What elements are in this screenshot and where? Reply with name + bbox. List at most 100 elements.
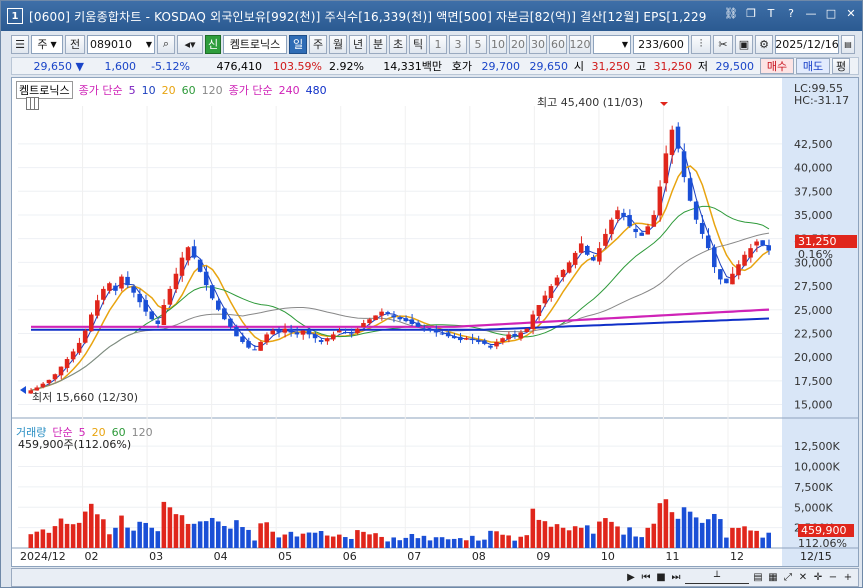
expand-icon[interactable]: ⤢	[782, 572, 794, 583]
time-axis-label: 12/15	[800, 550, 832, 563]
window-controls: ⛓ ❐ T ? — □ ✕	[724, 7, 858, 21]
interval-10-button[interactable]: 10	[489, 34, 507, 54]
volume-bar	[131, 530, 136, 548]
volume-bar	[536, 519, 542, 548]
data-count-input[interactable]: 233/600	[633, 34, 689, 54]
candle-body	[609, 219, 614, 235]
zoom-in-icon[interactable]: +	[842, 572, 854, 583]
last-volume-tag: 459,900	[798, 524, 854, 537]
volume-bar	[693, 517, 699, 548]
volume-bar	[506, 535, 511, 548]
calendar-icon[interactable]: ▤	[841, 34, 855, 54]
minimize-icon[interactable]: —	[804, 7, 818, 21]
grid-icon[interactable]	[26, 97, 39, 110]
sell-button[interactable]: 매도	[796, 58, 830, 74]
chart-canvas[interactable]: 42,50040,00037,50035,00032,50030,00027,5…	[12, 78, 858, 566]
scroll-first-icon[interactable]: ⏮	[640, 572, 652, 583]
period-tick-button[interactable]: 틱	[409, 34, 427, 54]
close-icon[interactable]: ✕	[844, 7, 858, 21]
volume-bar	[633, 536, 638, 548]
volume-bar	[627, 527, 632, 548]
toolbar-main: ☰ 주 ▼ 전 089010 ▼ ⌕ ◂▾ 신 켐트로닉스 일 주 월 년 분 초 …	[11, 33, 859, 55]
zoom-out-icon[interactable]: −	[827, 572, 839, 583]
buy-button[interactable]: 매수	[760, 58, 794, 74]
search-icon[interactable]: ⌕	[157, 34, 175, 54]
title-bar[interactable]: 1 [0600] 키움종합차트 - KOSDAQ 외국인보유[992(천)] 주…	[1, 1, 862, 31]
link-icon[interactable]: ⛓	[724, 7, 738, 21]
list-toggle-icon[interactable]: ☰	[11, 34, 29, 54]
candle-body	[409, 319, 415, 324]
prev-button[interactable]: 전	[65, 34, 85, 54]
candle-body	[58, 366, 64, 376]
period-week-button[interactable]: 주	[309, 34, 327, 54]
interval-3-button[interactable]: 3	[449, 34, 467, 54]
interval-1-button[interactable]: 1	[429, 34, 447, 54]
interval-20-button[interactable]: 20	[509, 34, 527, 54]
layout-icon[interactable]: ▤	[752, 572, 764, 583]
volume-bar	[70, 524, 76, 548]
candle-body	[149, 311, 155, 320]
low-annotation: 최저 15,660 (12/30)	[32, 391, 139, 404]
candle-body	[155, 320, 161, 324]
period-month-button[interactable]: 월	[329, 34, 347, 54]
volume-bar	[621, 534, 626, 548]
interval-120-button[interactable]: 120	[569, 34, 591, 54]
new-badge: 신	[205, 34, 221, 54]
tools-icon[interactable]: ✂	[713, 34, 733, 54]
even-button[interactable]: 평	[832, 58, 850, 74]
period-minute-button[interactable]: 분	[369, 34, 387, 54]
change-percent: -5.12%	[151, 59, 190, 73]
volume-bar	[349, 538, 354, 548]
candle-body	[343, 331, 348, 333]
date-input[interactable]: 2025/12/16	[775, 34, 839, 54]
volume-bar	[330, 536, 336, 548]
candle-body	[742, 254, 747, 266]
time-axis-label: 08	[472, 550, 486, 563]
tile-icon[interactable]: ▦	[767, 572, 779, 583]
gear-icon[interactable]: ⚙	[755, 34, 773, 54]
scroll-right-icon[interactable]: ▶	[625, 572, 637, 583]
zoom-slider[interactable]: ┴	[685, 572, 749, 584]
volume-bar	[282, 534, 288, 548]
chart-area[interactable]: 42,50040,00037,50035,00032,50030,00027,5…	[11, 77, 859, 567]
candle-body	[699, 222, 705, 234]
help-icon[interactable]: ?	[784, 7, 798, 21]
legend-ma20: 20	[161, 83, 176, 97]
period-type-select[interactable]: 주 ▼	[31, 34, 63, 54]
copy-icon[interactable]: ❐	[744, 7, 758, 21]
period-day-button[interactable]: 일	[289, 34, 307, 54]
candle-body	[578, 243, 584, 253]
volume-bar	[361, 531, 366, 548]
interval-30-button[interactable]: 30	[529, 34, 547, 54]
candle-type-icon[interactable]: ⫶	[691, 34, 711, 54]
interval-5-button[interactable]: 5	[469, 34, 487, 54]
time-axis-label: 10	[601, 550, 615, 563]
cross-icon[interactable]: ✕	[797, 572, 809, 583]
candle-body	[270, 330, 275, 335]
stock-code-input[interactable]: 089010 ▼	[87, 34, 155, 54]
open-label: 시	[573, 60, 584, 73]
volume-bar	[324, 535, 330, 548]
maximize-icon[interactable]: □	[824, 7, 838, 21]
volume-bar	[88, 503, 94, 548]
volume-bar	[403, 537, 409, 548]
interval-custom-select[interactable]: ▼	[593, 34, 631, 54]
candle-body	[754, 241, 759, 246]
candle-body	[548, 286, 554, 298]
period-year-button[interactable]: 년	[349, 34, 367, 54]
interval-60-button[interactable]: 60	[549, 34, 567, 54]
pin-icon[interactable]: T	[764, 7, 778, 21]
low-arrow-icon	[20, 386, 26, 394]
volume-bar	[379, 536, 384, 548]
legend-stock-name[interactable]: 켐트로닉스	[16, 81, 73, 99]
speaker-icon[interactable]: ◂▾	[177, 34, 203, 54]
volume-bar	[46, 532, 52, 548]
crosshair-icon[interactable]: ✛	[812, 572, 824, 583]
volume-bar	[760, 537, 765, 548]
chart-scrollbar[interactable]: ▶ ⏮ ■ ⏭ ┴ ▤ ▦ ⤢ ✕ ✛ − +	[11, 568, 859, 587]
candle-body	[621, 212, 626, 217]
stop-icon[interactable]: ■	[655, 572, 667, 583]
save-icon[interactable]: ▣	[735, 34, 753, 54]
scroll-last-icon[interactable]: ⏭	[670, 572, 682, 583]
period-second-button[interactable]: 초	[389, 34, 407, 54]
